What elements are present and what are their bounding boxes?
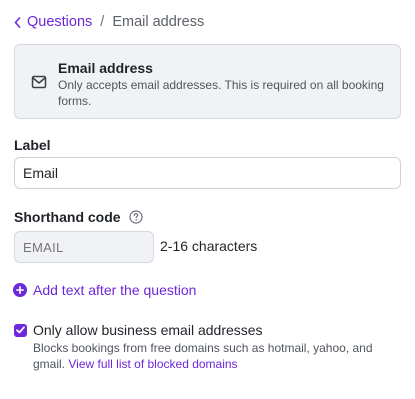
question-type-description: Only accepts email addresses. This is re…	[58, 78, 384, 108]
business-email-label[interactable]: Only allow business email addresses	[33, 322, 263, 338]
mail-icon	[31, 75, 47, 89]
shorthand-field-label: Shorthand code	[14, 209, 143, 225]
breadcrumb-back-link[interactable]: Questions	[14, 14, 92, 30]
label-input[interactable]	[14, 157, 401, 189]
business-email-checkbox-row[interactable]: Only allow business email addresses	[14, 322, 263, 338]
shorthand-code-hint: 2-16 characters	[160, 238, 258, 254]
breadcrumb-back-label[interactable]: Questions	[27, 14, 92, 30]
blocked-domains-link[interactable]: View full list of blocked domains	[68, 357, 237, 371]
label-field-label: Label	[14, 137, 51, 153]
question-circle-icon[interactable]	[128, 210, 143, 224]
business-email-checkbox[interactable]	[14, 323, 27, 337]
question-type-title: Email address	[58, 60, 153, 76]
checkmark-icon	[16, 326, 25, 334]
question-type-card: Email address Only accepts email address…	[14, 44, 401, 119]
breadcrumb-separator: /	[100, 14, 105, 30]
label-field-label-text: Label	[14, 137, 51, 153]
chevron-left-icon	[14, 16, 21, 28]
breadcrumb: Questions / Email address	[14, 13, 204, 31]
breadcrumb-current: Email address	[112, 14, 205, 30]
shorthand-field-label-text: Shorthand code	[14, 209, 121, 225]
shorthand-code-input[interactable]	[14, 231, 154, 263]
business-email-description: Blocks bookings from free domains such a…	[33, 341, 393, 372]
add-text-label[interactable]: Add text after the question	[33, 282, 196, 298]
plus-icon	[16, 286, 24, 294]
plus-circle-icon	[13, 283, 27, 297]
add-text-after-question-button[interactable]: Add text after the question	[13, 282, 196, 298]
